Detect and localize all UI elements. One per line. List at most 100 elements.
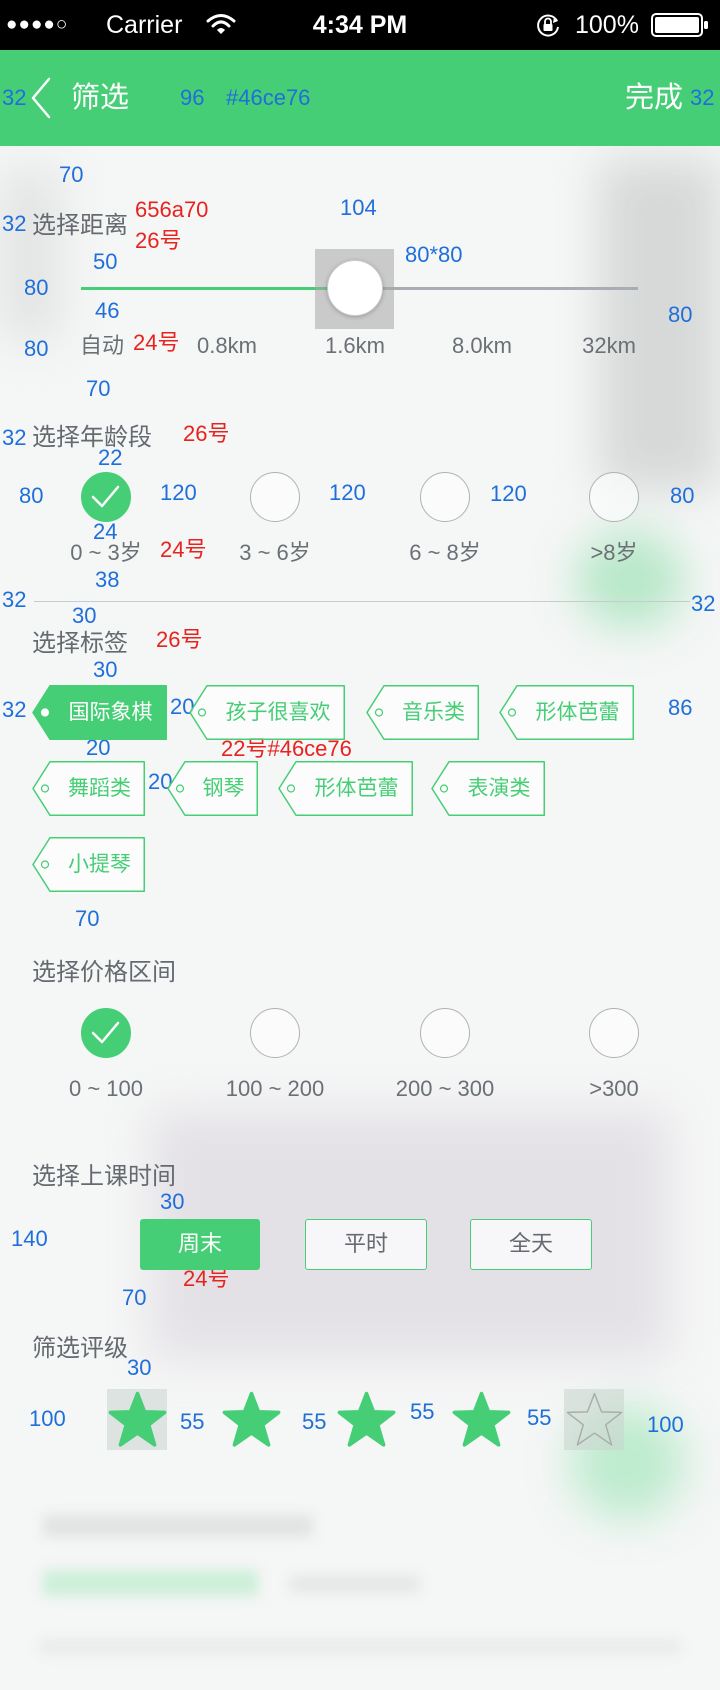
class-time-label: 选择上课时间 <box>32 1163 176 1190</box>
tag-chip[interactable]: 舞蹈类 <box>32 761 145 816</box>
spec-annotation: 32 <box>690 85 715 110</box>
price-label: 选择价格区间 <box>32 959 176 986</box>
spec-annotation: 55 <box>410 1399 435 1424</box>
star-icon[interactable] <box>565 1390 624 1449</box>
spec-annotation: 30 <box>127 1355 152 1380</box>
price-option-label: 0 ~ 100 <box>68 1076 143 1101</box>
price-option-label: 100 ~ 200 <box>225 1076 325 1101</box>
tag-chip[interactable]: 形体芭蕾 <box>499 685 634 740</box>
age-label: 选择年龄段 <box>32 424 152 451</box>
spec-annotation: 32 <box>691 591 716 616</box>
price-radio[interactable] <box>420 1008 470 1058</box>
distance-option[interactable]: 0.8km <box>157 333 297 359</box>
rating-label: 筛选评级 <box>32 1335 128 1362</box>
tag-chip-label: 形体芭蕾 <box>535 701 620 724</box>
star-icon[interactable] <box>337 1390 396 1449</box>
spec-annotation: 120 <box>160 480 197 505</box>
rotation-lock-icon <box>537 14 559 37</box>
tags-label: 选择标签 <box>32 630 128 657</box>
star-shape <box>337 1391 396 1447</box>
tag-chip[interactable]: 国际象棋 <box>32 685 167 740</box>
battery-icon <box>651 13 708 37</box>
price-option-label: 200 ~ 300 <box>395 1076 495 1101</box>
signal-strength-icon: ●●●●○ <box>6 14 69 35</box>
background-blur <box>600 160 720 490</box>
class-time-button[interactable]: 全天 <box>470 1219 592 1270</box>
class-time-button[interactable]: 平时 <box>305 1219 427 1270</box>
spec-annotation: 55 <box>180 1409 205 1434</box>
tag-hole-icon <box>40 708 50 717</box>
tag-chip[interactable]: 形体芭蕾 <box>278 761 413 816</box>
tag-chip[interactable]: 孩子很喜欢 <box>189 685 345 740</box>
checkmark-icon <box>91 485 120 508</box>
slider-thumb[interactable] <box>327 260 383 316</box>
spec-annotation: 80*80 <box>405 242 463 267</box>
spec-annotation: 26号 <box>156 627 203 652</box>
age-radio[interactable] <box>81 472 131 522</box>
background-blur <box>0 170 60 340</box>
price-radio[interactable] <box>589 1008 639 1058</box>
spec-annotation: 26号 <box>183 421 230 446</box>
chevron-left-icon[interactable] <box>30 77 52 119</box>
spec-annotation: 100 <box>647 1412 684 1437</box>
status-bar: ●●●●○ Carrier 4:34 PM 100% <box>0 0 720 50</box>
spec-annotation: 70 <box>75 906 100 931</box>
tag-chip-label: 音乐类 <box>402 701 465 724</box>
spec-annotation: 70 <box>86 376 111 401</box>
spec-annotation: 656a70 <box>135 197 209 222</box>
spec-annotation: 32 <box>2 587 27 612</box>
age-radio[interactable] <box>589 472 639 522</box>
tag-chip-label: 表演类 <box>467 777 531 800</box>
age-option-label: 3 ~ 6岁 <box>239 540 311 565</box>
distance-option[interactable]: 自动 <box>32 333 172 359</box>
spec-annotation: 30 <box>160 1189 185 1214</box>
star-icon[interactable] <box>222 1390 281 1449</box>
distance-option[interactable]: 1.6km <box>285 333 425 359</box>
spec-annotation: 96 <box>180 85 205 110</box>
done-button[interactable]: 完成 <box>625 81 683 115</box>
spec-annotation: 104 <box>340 195 377 220</box>
price-radio[interactable] <box>250 1008 300 1058</box>
spec-annotation: 32 <box>2 211 27 236</box>
spec-annotation: 30 <box>72 603 97 628</box>
tag-chip[interactable]: 小提琴 <box>32 837 145 892</box>
age-option-label: 6 ~ 8岁 <box>409 540 481 565</box>
price-option-label: >300 <box>589 1076 639 1101</box>
age-option-label: 0 ~ 3岁 <box>70 540 142 565</box>
tag-chip[interactable]: 钢琴 <box>167 761 258 816</box>
battery-percent: 100% <box>575 11 639 39</box>
tag-chip-label: 舞蹈类 <box>68 777 131 800</box>
spec-annotation: 30 <box>93 657 118 682</box>
tag-chip[interactable]: 音乐类 <box>366 685 479 740</box>
spec-annotation: 32 <box>2 425 27 450</box>
spec-annotation: 80 <box>668 302 693 327</box>
distance-label: 选择距离 <box>32 212 128 239</box>
wifi-icon <box>206 14 236 34</box>
star-shape <box>566 1392 623 1446</box>
spec-annotation: 46 <box>95 298 120 323</box>
star-shape <box>452 1391 511 1447</box>
slider-track-fill <box>81 287 355 290</box>
distance-option[interactable]: 32km <box>539 333 679 359</box>
spec-annotation: 32 <box>2 697 27 722</box>
age-radio[interactable] <box>250 472 300 522</box>
spec-annotation: 55 <box>302 1409 327 1434</box>
spec-annotation: 140 <box>11 1226 48 1251</box>
navigation-bar: 筛选 完成 <box>0 50 720 146</box>
price-radio[interactable] <box>81 1008 131 1058</box>
page-title: 筛选 <box>71 82 130 114</box>
star-icon[interactable] <box>452 1390 511 1449</box>
background-blur <box>40 1640 680 1654</box>
spec-annotation: 32 <box>2 85 27 110</box>
tag-chip[interactable]: 表演类 <box>431 761 545 816</box>
background-blur <box>290 1576 420 1592</box>
star-shape <box>222 1391 281 1447</box>
spec-annotation: 38 <box>95 567 120 592</box>
age-radio[interactable] <box>420 472 470 522</box>
distance-option[interactable]: 8.0km <box>412 333 552 359</box>
spec-annotation: 86 <box>668 695 693 720</box>
class-time-button[interactable]: 周末 <box>140 1219 260 1270</box>
carrier-name: Carrier <box>106 11 183 39</box>
star-icon[interactable] <box>108 1390 167 1449</box>
spec-annotation: 80 <box>670 483 695 508</box>
